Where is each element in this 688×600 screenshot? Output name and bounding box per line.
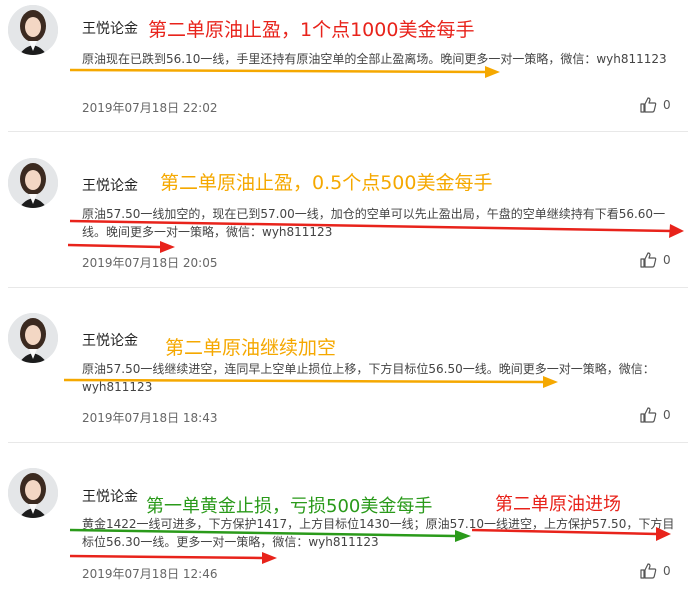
headline-annotation: 第二单原油止盈，0.5个点500美金每手 [160, 172, 493, 194]
divider [8, 131, 688, 132]
avatar-image [8, 158, 58, 208]
headline-annotation: 第二单原油止盈，1个点1000美金每手 [148, 19, 475, 41]
avatar[interactable] [8, 313, 58, 363]
arrow-annotation [67, 219, 684, 253]
author-name[interactable]: 王悦论金 [82, 330, 138, 350]
arrow-annotation [63, 376, 558, 388]
avatar-image [8, 468, 58, 518]
avatar[interactable] [8, 5, 58, 55]
like-button[interactable]: 0 [640, 97, 671, 113]
thumbs-up-icon [640, 407, 657, 423]
avatar[interactable] [8, 158, 58, 208]
like-count: 0 [663, 253, 671, 267]
thumbs-up-icon [640, 252, 657, 268]
post-time: 2019年07月18日 20:05 [82, 256, 218, 270]
like-button[interactable]: 0 [640, 252, 671, 268]
divider [8, 287, 688, 288]
like-button[interactable]: 0 [640, 407, 671, 423]
like-count: 0 [663, 98, 671, 112]
arrow-annotation [69, 66, 500, 78]
headline-annotation: 第二单原油继续加空 [165, 337, 337, 359]
post-time: 2019年07月18日 18:43 [82, 411, 218, 425]
thumbs-up-icon [640, 97, 657, 113]
avatar[interactable] [8, 468, 58, 518]
post-time: 2019年07月18日 12:46 [82, 567, 218, 581]
like-count: 0 [663, 564, 671, 578]
headline-annotation: 第二单原油进场 [495, 494, 621, 515]
author-name[interactable]: 王悦论金 [82, 175, 138, 195]
like-button[interactable]: 0 [640, 563, 671, 579]
thumbs-up-icon [640, 563, 657, 579]
author-name[interactable]: 王悦论金 [82, 486, 138, 506]
like-count: 0 [663, 408, 671, 422]
avatar-image [8, 313, 58, 363]
author-name[interactable]: 王悦论金 [82, 18, 138, 38]
arrow-annotation [69, 527, 671, 564]
divider [8, 442, 688, 443]
avatar-image [8, 5, 58, 55]
post-time: 2019年07月18日 22:02 [82, 101, 218, 115]
